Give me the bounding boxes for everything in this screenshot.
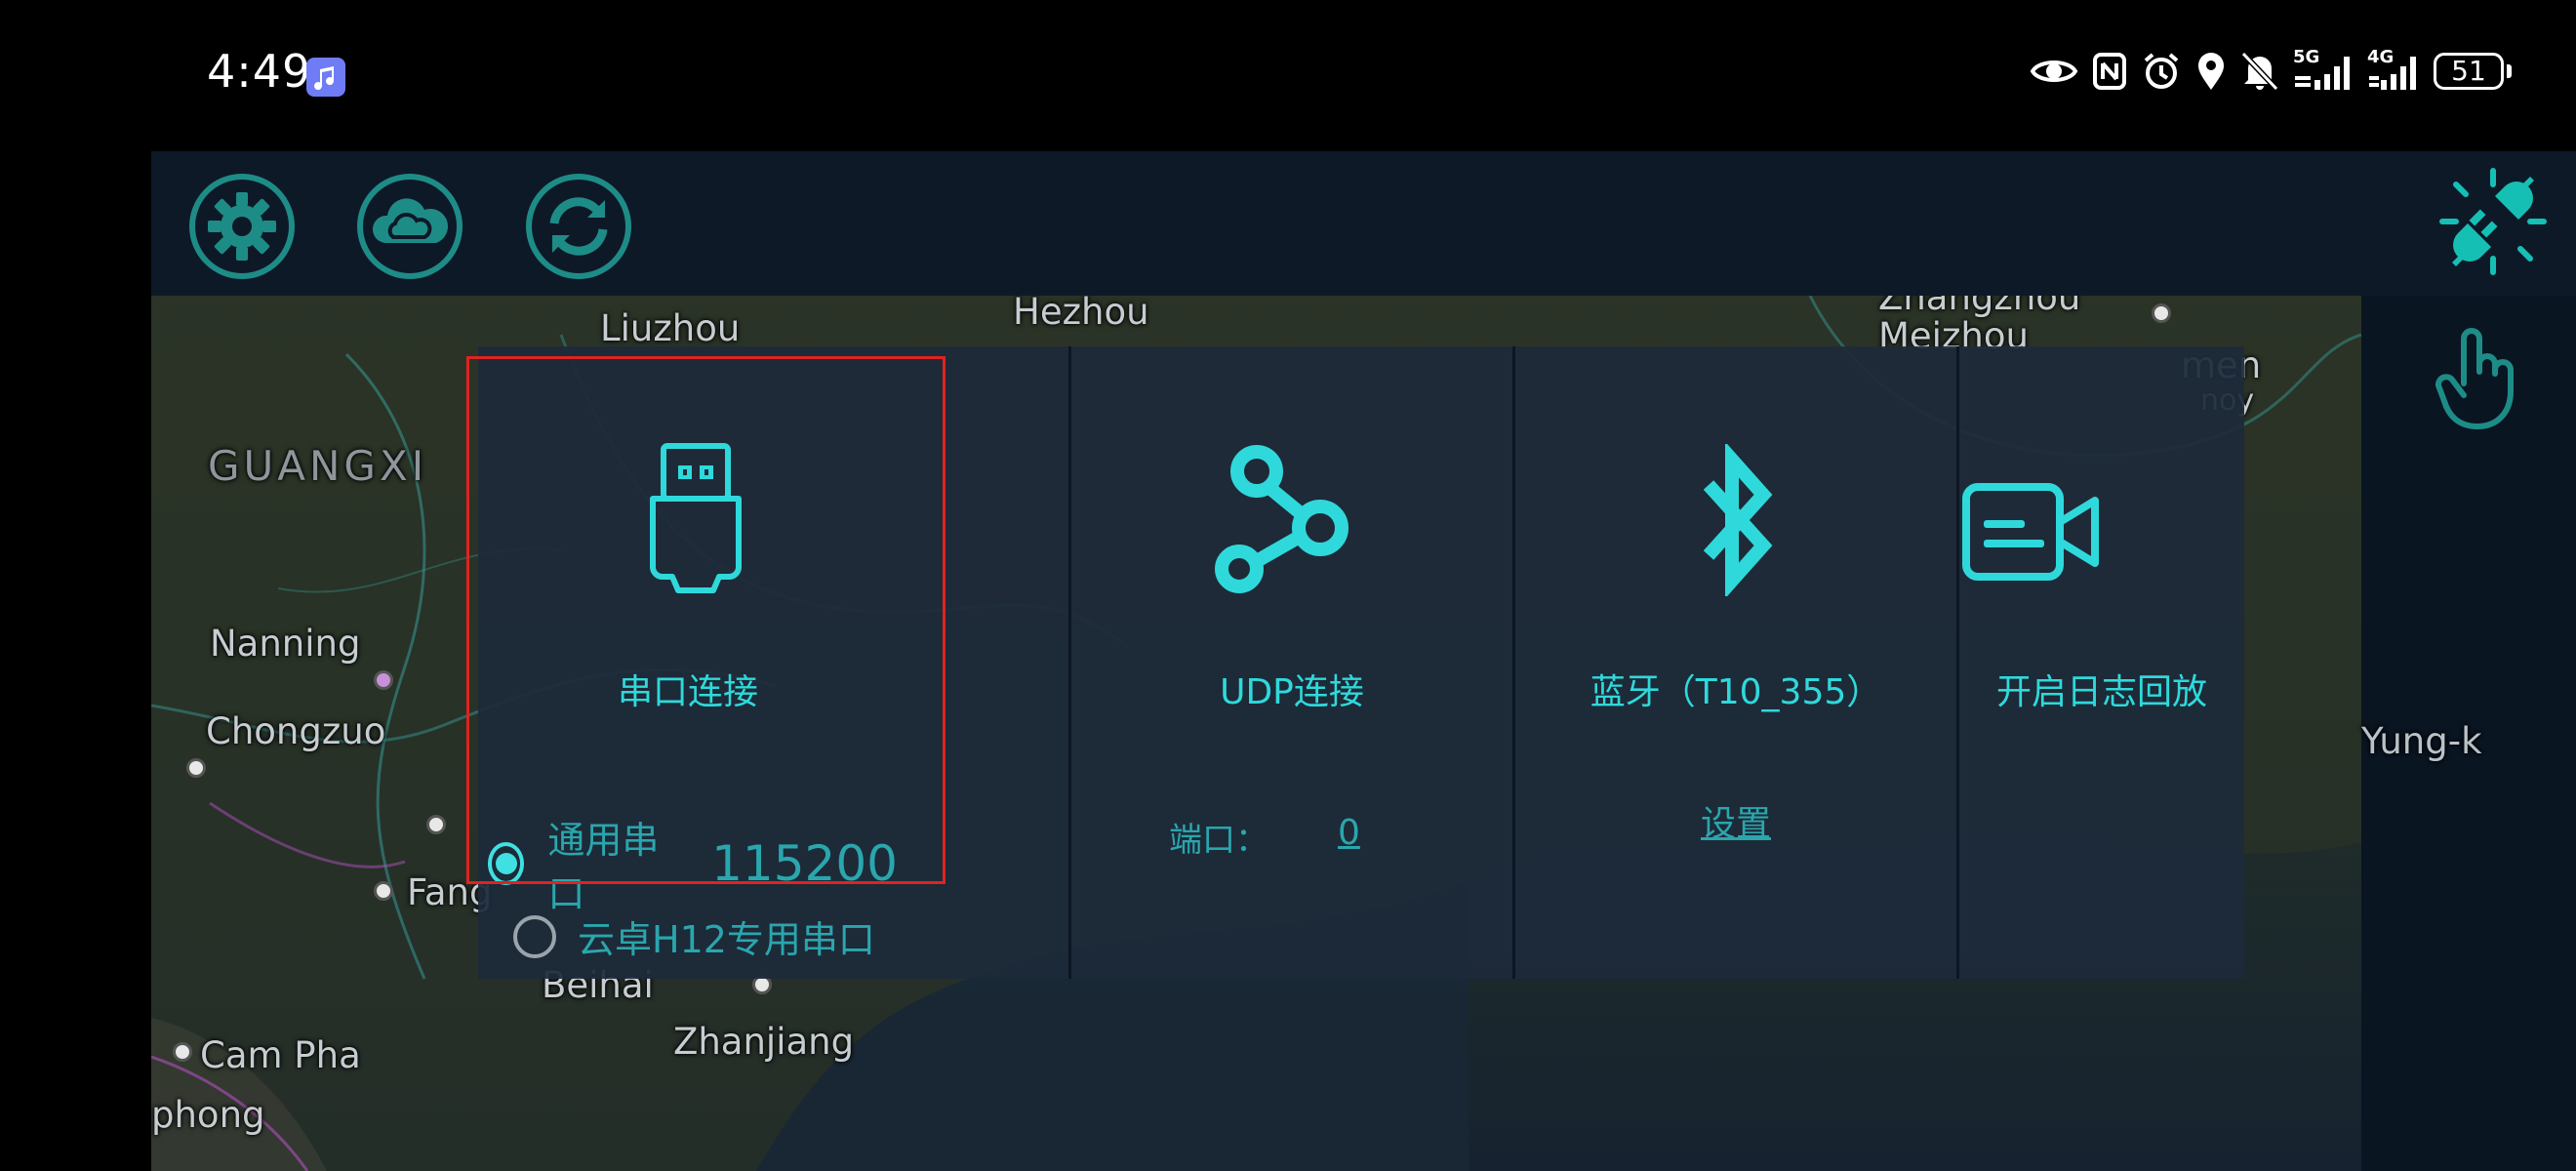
map-dot-cam-pha (173, 1042, 192, 1062)
map-dot-east (2152, 303, 2171, 323)
sync-button[interactable] (525, 173, 632, 280)
radio-button-unselected[interactable] (513, 914, 556, 958)
map-label-cam-pha: Cam Pha (200, 1034, 361, 1076)
touch-mode-button-wrap[interactable] (2435, 325, 2522, 432)
mute-icon (2240, 51, 2279, 92)
map-dot-fang (374, 881, 393, 901)
battery-indicator: 51 (2434, 53, 2512, 90)
status-time: 4:49 (207, 45, 312, 98)
radio-h12-serial[interactable]: 云卓H12专用串口 (513, 909, 875, 963)
gear-icon (189, 174, 295, 279)
share-nodes-icon (1208, 442, 1354, 602)
signal-bars-icon-2 (2369, 57, 2416, 90)
map-dot-nanning (374, 670, 393, 690)
map-dot-q (426, 815, 446, 834)
map-label-chongzuo: Chongzuo (206, 710, 386, 752)
disconnected-plug-icon (2439, 168, 2547, 275)
cloud-button[interactable] (356, 173, 463, 280)
signal-bars-icon (2295, 57, 2350, 90)
connection-status-button[interactable] (2435, 163, 2552, 280)
udp-port-value[interactable]: 0 (1338, 813, 1360, 853)
log-playback-panel[interactable]: 开启日志回放 (1959, 346, 2244, 979)
bluetooth-settings-link[interactable]: 设置 (1701, 795, 1771, 846)
screen: 4:49 5G 4G 51 Liuzhou Hezhou Zhangzhou M… (0, 0, 2576, 1171)
settings-button[interactable] (188, 173, 296, 280)
location-icon (2198, 53, 2224, 90)
battery-nub (2507, 64, 2512, 78)
map-label-hezhou: Hezhou (1013, 296, 1149, 333)
map-label-liuzhou: Liuzhou (600, 307, 741, 349)
sync-icon (526, 174, 631, 279)
bluetooth-panel[interactable]: 蓝牙（T10_355） 设置 (1515, 346, 1956, 979)
udp-title: UDP连接 (1220, 672, 1364, 712)
signal-5g: 5G (2293, 47, 2354, 92)
udp-port-label: 端口： (1169, 821, 1268, 860)
h12-serial-label: 云卓H12专用串口 (578, 918, 875, 961)
music-app-icon (306, 58, 345, 97)
signal-4g: 4G (2367, 47, 2420, 92)
hand-pointer-icon (2435, 328, 2514, 429)
log-playback-title: 开启日志回放 (1995, 672, 2207, 712)
map-label-haiphong: phong (151, 1094, 265, 1136)
app-area: Liuzhou Hezhou Zhangzhou Meizhou men noy… (151, 151, 2576, 1171)
status-bar: 4:49 5G 4G 51 (0, 0, 2576, 151)
bluetooth-icon (1687, 441, 1785, 600)
cloud-icon (357, 174, 463, 279)
video-camera-icon (1962, 483, 2101, 585)
map-dot-chongzuo (186, 758, 206, 778)
map-label-nanning: Nanning (210, 623, 361, 665)
map-label-zhanjiang: Zhanjiang (673, 1021, 855, 1063)
battery-level: 51 (2434, 53, 2504, 90)
map-label-yung-k: Yung-k (2361, 720, 2482, 762)
alarm-icon (2144, 53, 2179, 89)
toolbar (151, 151, 2576, 296)
map-label-guangxi: GUANGXI (208, 442, 428, 490)
status-icons: 5G 4G 51 (2030, 47, 2512, 92)
highlight-box (466, 356, 946, 884)
nfc-icon (2093, 53, 2126, 90)
udp-panel[interactable]: UDP连接 端口： 0 (1071, 346, 1512, 979)
eye-icon (2030, 61, 2078, 82)
